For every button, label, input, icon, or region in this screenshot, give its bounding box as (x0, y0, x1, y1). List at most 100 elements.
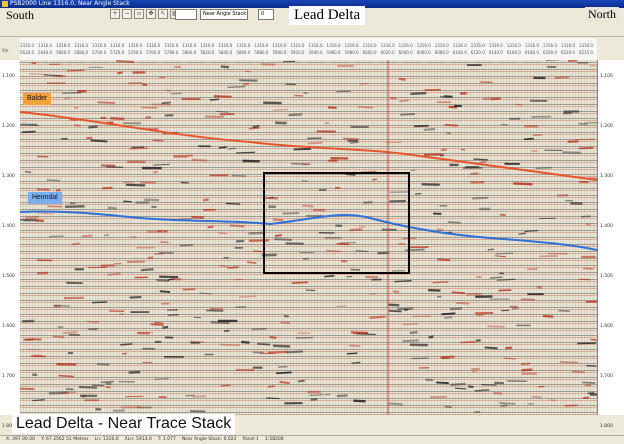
inline-value: 1316.0 (74, 43, 88, 48)
seismic-event (58, 376, 74, 377)
seismic-event (129, 372, 140, 373)
seismic-event (92, 302, 107, 303)
inline-value: 1316.0 (254, 43, 268, 48)
seismic-event (123, 182, 134, 183)
stack-select[interactable]: Near Angle Stack (200, 9, 248, 20)
seismic-event (280, 382, 290, 383)
seismic-event (457, 303, 470, 304)
seismic-event (107, 274, 120, 275)
page-title: Lead Delta (289, 6, 365, 25)
seismic-event (53, 336, 64, 337)
seismic-event (274, 110, 288, 111)
time-tick: 1.300 (600, 174, 613, 179)
seismic-event (180, 245, 193, 246)
status-item: X: 397 00.00 (6, 437, 35, 442)
seismic-event (560, 362, 578, 363)
inline-value: 1316.0 (345, 43, 359, 48)
seismic-event (441, 149, 447, 150)
seismic-event (512, 308, 518, 309)
status-item: 1:58208 (265, 437, 284, 442)
seismic-event (468, 386, 473, 387)
seismic-event (543, 316, 553, 317)
seismic-event (92, 385, 104, 386)
seismic-event (586, 224, 590, 225)
seismic-event (444, 317, 452, 318)
seismic-event (29, 74, 47, 75)
pan-icon[interactable]: ✥ (146, 9, 156, 19)
inline-value: 1316.0 (561, 43, 575, 48)
inline-value: 1316.0 (128, 43, 142, 48)
xline-value: 5860.0 (236, 50, 250, 55)
xline-value: 5720.0 (110, 50, 124, 55)
seismic-event (228, 148, 236, 149)
seismic-event (221, 66, 229, 67)
seismic-event (515, 104, 522, 105)
seismic-event (171, 93, 181, 94)
seismic-event (216, 111, 228, 112)
lead-delta-box (263, 172, 410, 274)
seismic-event (230, 225, 245, 226)
seismic-event (141, 269, 154, 270)
seismic-event (243, 84, 249, 85)
xline-value: 6180.0 (525, 50, 539, 55)
xline-value: 6040.0 (399, 50, 413, 55)
xline-value: 5780.0 (164, 50, 178, 55)
seismic-event (472, 198, 488, 199)
inline-value: 1316.0 (200, 43, 214, 48)
seismic-event (191, 217, 203, 218)
seismic-event (343, 138, 359, 139)
seismic-event (485, 347, 498, 348)
xline-value: 6100.0 (453, 50, 467, 55)
xline-value: 5760.0 (146, 50, 160, 55)
zoom-select[interactable] (175, 9, 197, 20)
time-tick: 1.400 (600, 224, 613, 229)
status-item: Near Angle Stack: 0.022 (182, 437, 237, 442)
xline-value: 5700.0 (92, 50, 106, 55)
seismic-event (583, 268, 593, 269)
inline-value: 1316.0 (182, 43, 196, 48)
seismic-event (82, 236, 93, 237)
seismic-event (219, 266, 228, 267)
window-title: PSB2000 Line 1316.0, Near Angle Stack (10, 0, 130, 7)
xline-value: 5960.0 (327, 50, 341, 55)
seismic-event (276, 372, 292, 373)
seismic-event (199, 293, 211, 294)
seismic-event (306, 290, 315, 291)
seismic-event (490, 277, 503, 278)
zoom-out-icon[interactable]: − (122, 9, 132, 19)
seismic-event (521, 363, 530, 364)
seismic-event (150, 324, 163, 325)
time-tick: 1.100 (2, 74, 15, 79)
time-tick: 1.600 (600, 324, 613, 329)
seismic-event (460, 342, 475, 343)
xline-value: 5840.0 (218, 50, 232, 55)
seismic-event (424, 129, 435, 130)
seismic-event (461, 149, 465, 150)
page-field[interactable]: 0 (258, 9, 274, 20)
seismic-event (475, 390, 490, 391)
seismic-event (120, 344, 132, 345)
seismic-event (473, 159, 488, 160)
inline-value: 1316.0 (381, 43, 395, 48)
seismic-event (219, 233, 227, 234)
xline-value: 6200.0 (543, 50, 557, 55)
seismic-event (247, 262, 256, 263)
seismic-event (347, 353, 358, 354)
seismic-event (447, 133, 451, 134)
status-item: T: 1.077 (158, 437, 176, 442)
seismic-event (47, 180, 61, 181)
seismic-event (160, 291, 170, 292)
seismic-event (37, 213, 54, 214)
time-axis-left: 1.1001.2001.3001.4001.5001.6001.7001.800 (0, 60, 21, 415)
zoom-in-icon[interactable]: + (110, 9, 120, 19)
seismic-event (410, 332, 418, 333)
zoom-box-icon[interactable]: ▫ (134, 9, 144, 19)
time-tick: 1.400 (2, 224, 15, 229)
seismic-event (154, 378, 168, 379)
pick-icon[interactable]: ↖ (158, 9, 168, 19)
seismic-event (445, 125, 458, 126)
seismic-event (219, 147, 227, 148)
seismic-event (532, 397, 542, 398)
xline-value: 6140.0 (489, 50, 503, 55)
seismic-event (101, 382, 114, 383)
